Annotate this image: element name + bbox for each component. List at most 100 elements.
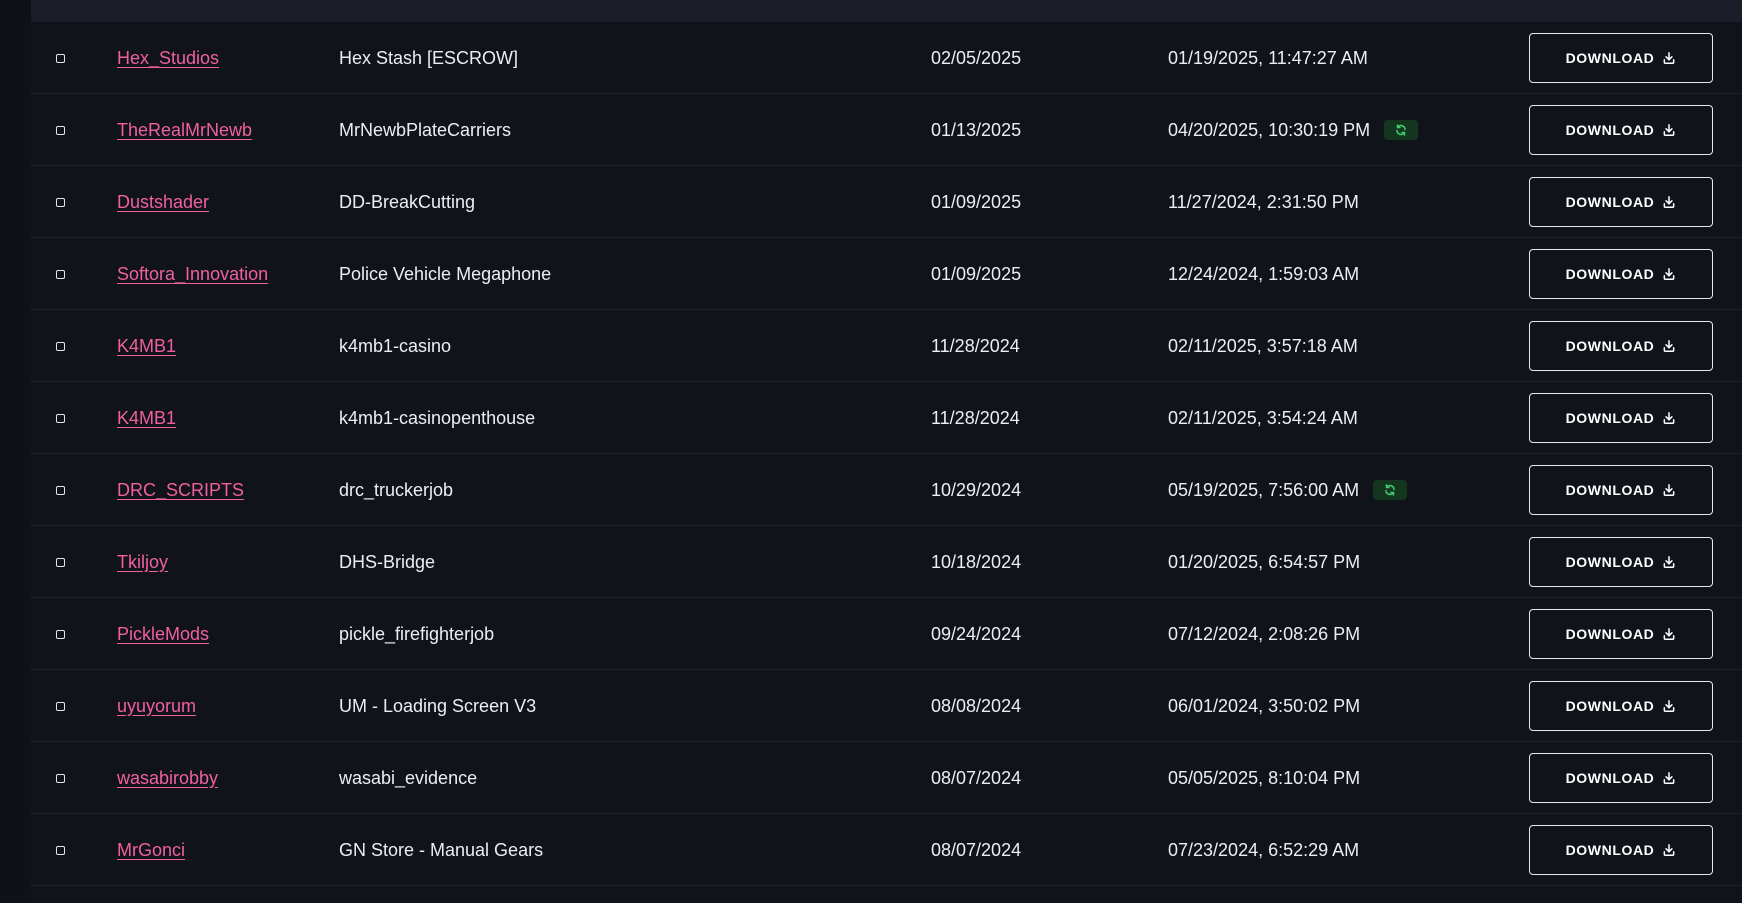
author-link[interactable]: Softora_Innovation <box>117 264 268 285</box>
row-select-cell <box>53 310 67 382</box>
last-updated-text: 07/12/2024, 2:08:26 PM <box>1168 623 1361 644</box>
author-link[interactable]: uyuyorum <box>117 696 196 717</box>
download-icon <box>1662 339 1676 353</box>
download-icon <box>1662 699 1676 713</box>
refresh-icon <box>1396 124 1406 136</box>
author-link[interactable]: Dustshader <box>117 192 209 213</box>
table-header <box>31 0 1742 22</box>
row-checkbox[interactable] <box>55 485 65 495</box>
resource-name: GN Store - Manual Gears <box>339 839 544 860</box>
resource-name: k4mb1-casinopenthouse <box>339 407 536 428</box>
download-icon <box>1662 195 1676 209</box>
author-cell: K4MB1 <box>117 382 176 454</box>
resource-name: DD-BreakCutting <box>339 191 476 212</box>
download-label: DOWNLOAD <box>1565 122 1655 138</box>
action-cell: DOWNLOAD <box>1529 310 1713 382</box>
author-link[interactable]: TheRealMrNewb <box>117 120 252 141</box>
download-button[interactable]: DOWNLOAD <box>1529 465 1713 515</box>
row-checkbox[interactable] <box>55 197 65 207</box>
download-button[interactable]: DOWNLOAD <box>1529 393 1713 443</box>
last-updated-cell: 11/27/2024, 2:31:50 PM <box>1168 166 1359 238</box>
last-updated-cell: 07/23/2024, 6:52:29 AM <box>1168 814 1359 886</box>
row-checkbox[interactable] <box>55 629 65 639</box>
last-updated-text: 05/19/2025, 7:56:00 AM <box>1168 479 1360 500</box>
resource-name: UM - Loading Screen V3 <box>339 695 537 716</box>
action-cell: DOWNLOAD <box>1529 238 1713 310</box>
purchase-date: 10/18/2024 <box>931 551 1022 572</box>
download-button[interactable]: DOWNLOAD <box>1529 33 1713 83</box>
author-link[interactable]: Tkiljoy <box>117 552 168 573</box>
purchase-date: 08/07/2024 <box>931 839 1022 860</box>
row-select-cell <box>53 598 67 670</box>
row-checkbox[interactable] <box>55 701 65 711</box>
author-link[interactable]: K4MB1 <box>117 336 176 357</box>
table-row: DRC_SCRIPTS drc_truckerjob 10/29/2024 05… <box>31 454 1742 526</box>
last-updated-cell: 02/11/2025, 3:54:24 AM <box>1168 382 1358 454</box>
download-button[interactable]: DOWNLOAD <box>1529 321 1713 371</box>
last-updated-cell: 01/19/2025, 11:47:27 AM <box>1168 22 1368 94</box>
last-updated-text: 02/11/2025, 3:54:24 AM <box>1168 407 1358 428</box>
author-link[interactable]: DRC_SCRIPTS <box>117 480 244 501</box>
purchase-date: 01/13/2025 <box>931 119 1022 140</box>
row-checkbox[interactable] <box>55 413 65 423</box>
download-button[interactable]: DOWNLOAD <box>1529 681 1713 731</box>
author-cell: MrGonci <box>117 814 185 886</box>
download-label: DOWNLOAD <box>1565 266 1655 282</box>
download-button[interactable]: DOWNLOAD <box>1529 177 1713 227</box>
download-label: DOWNLOAD <box>1565 482 1655 498</box>
author-link[interactable]: K4MB1 <box>117 408 176 429</box>
download-button[interactable]: DOWNLOAD <box>1529 609 1713 659</box>
author-link[interactable]: PickleMods <box>117 624 209 645</box>
sync-badge <box>1373 480 1408 500</box>
table-row: Dustshader DD-BreakCutting 01/09/2025 11… <box>31 166 1742 238</box>
download-button[interactable]: DOWNLOAD <box>1529 753 1713 803</box>
last-updated-cell: 07/12/2024, 2:08:26 PM <box>1168 598 1360 670</box>
author-cell: Dustshader <box>117 166 209 238</box>
row-checkbox[interactable] <box>55 53 65 63</box>
last-updated-text: 04/20/2025, 10:30:19 PM <box>1168 119 1371 140</box>
resources-table: Hex_Studios Hex Stash [ESCROW] 02/05/202… <box>31 0 1742 903</box>
action-cell: DOWNLOAD <box>1529 94 1713 166</box>
row-checkbox[interactable] <box>55 341 65 351</box>
row-select-cell <box>53 454 67 526</box>
resource-name: Hex Stash [ESCROW] <box>339 47 519 68</box>
last-updated-text: 02/11/2025, 3:57:18 AM <box>1168 335 1358 356</box>
download-button[interactable]: DOWNLOAD <box>1529 249 1713 299</box>
author-cell: wasabirobby <box>117 742 218 814</box>
row-checkbox[interactable] <box>55 773 65 783</box>
download-button[interactable]: DOWNLOAD <box>1529 825 1713 875</box>
table-row: PickleMods pickle_firefighterjob 09/24/2… <box>31 598 1742 670</box>
table-row: K4MB1 k4mb1-casino 11/28/2024 02/11/2025… <box>31 310 1742 382</box>
author-link[interactable]: wasabirobby <box>117 768 218 789</box>
download-icon <box>1662 51 1676 65</box>
resource-name: MrNewbPlateCarriers <box>339 119 512 140</box>
row-select-cell <box>53 22 67 94</box>
row-select-cell <box>53 742 67 814</box>
row-select-cell <box>53 382 67 454</box>
download-label: DOWNLOAD <box>1565 194 1655 210</box>
action-cell: DOWNLOAD <box>1529 670 1713 742</box>
purchase-date: 11/28/2024 <box>931 335 1020 356</box>
author-cell: Softora_Innovation <box>117 238 268 310</box>
download-icon <box>1662 627 1676 641</box>
author-cell: Hex_Studios <box>117 22 219 94</box>
table-body: Hex_Studios Hex Stash [ESCROW] 02/05/202… <box>31 22 1742 886</box>
row-select-cell <box>53 526 67 598</box>
row-checkbox[interactable] <box>55 557 65 567</box>
table-row: TheRealMrNewb MrNewbPlateCarriers 01/13/… <box>31 94 1742 166</box>
row-checkbox[interactable] <box>55 269 65 279</box>
row-select-cell <box>53 166 67 238</box>
last-updated-cell: 05/05/2025, 8:10:04 PM <box>1168 742 1360 814</box>
download-label: DOWNLOAD <box>1565 50 1655 66</box>
last-updated-text: 11/27/2024, 2:31:50 PM <box>1168 191 1359 212</box>
download-button[interactable]: DOWNLOAD <box>1529 105 1713 155</box>
download-button[interactable]: DOWNLOAD <box>1529 537 1713 587</box>
purchase-date: 11/28/2024 <box>931 407 1020 428</box>
download-label: DOWNLOAD <box>1565 698 1655 714</box>
author-cell: TheRealMrNewb <box>117 94 252 166</box>
row-checkbox[interactable] <box>55 125 65 135</box>
row-checkbox[interactable] <box>55 845 65 855</box>
last-updated-cell: 12/24/2024, 1:59:03 AM <box>1168 238 1359 310</box>
author-link[interactable]: Hex_Studios <box>117 48 219 69</box>
author-link[interactable]: MrGonci <box>117 840 185 861</box>
